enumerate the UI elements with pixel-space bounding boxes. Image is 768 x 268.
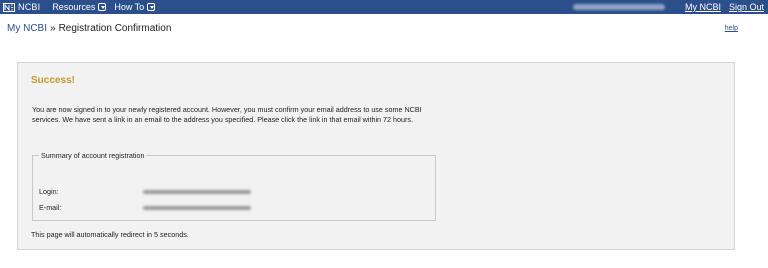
email-label: E-mail: — [39, 203, 62, 212]
breadcrumb-my-ncbi[interactable]: My NCBI — [7, 23, 47, 34]
email-row: E-mail: — [39, 203, 251, 212]
ncbi-logo[interactable]: NCBI — [3, 2, 40, 12]
email-value-blurred — [143, 206, 251, 210]
my-ncbi-link[interactable]: My NCBI — [685, 2, 721, 12]
menu-resources[interactable]: Resources — [52, 2, 107, 12]
redirect-notice: This page will automatically redirect in… — [31, 230, 189, 239]
ncbi-logo-icon — [3, 2, 15, 12]
breadcrumb-separator: » — [50, 23, 56, 34]
menu-resources-label: Resources — [52, 2, 96, 12]
account-summary: Summary of account registration Login: E… — [32, 151, 436, 221]
page-title: Registration Confirmation — [58, 23, 172, 34]
summary-legend: Summary of account registration — [41, 151, 145, 160]
help-link[interactable]: help — [725, 25, 738, 32]
breadcrumb: My NCBI» Registration Confirmation — [7, 23, 171, 34]
top-bar-right: My NCBI Sign Out — [572, 0, 764, 14]
login-row: Login: — [39, 187, 251, 196]
menu-how-to-label: How To — [114, 2, 145, 12]
logo-text: NCBI — [18, 2, 41, 12]
success-heading: Success! — [31, 75, 75, 86]
chevron-down-icon — [147, 3, 156, 11]
chevron-down-icon — [98, 3, 107, 11]
user-email-blurred[interactable] — [572, 4, 665, 10]
sign-out-link[interactable]: Sign Out — [729, 2, 764, 12]
ncbi-top-bar: NCBI Resources How To My NCBI Sign Out — [0, 0, 768, 14]
menu-how-to[interactable]: How To — [114, 2, 156, 12]
confirmation-message: You are now signed in to your newly regi… — [32, 105, 422, 125]
confirmation-panel: Success! You are now signed in to your n… — [17, 62, 735, 250]
login-value-blurred — [143, 190, 251, 194]
top-menu: Resources How To — [52, 2, 163, 12]
login-label: Login: — [39, 187, 59, 196]
